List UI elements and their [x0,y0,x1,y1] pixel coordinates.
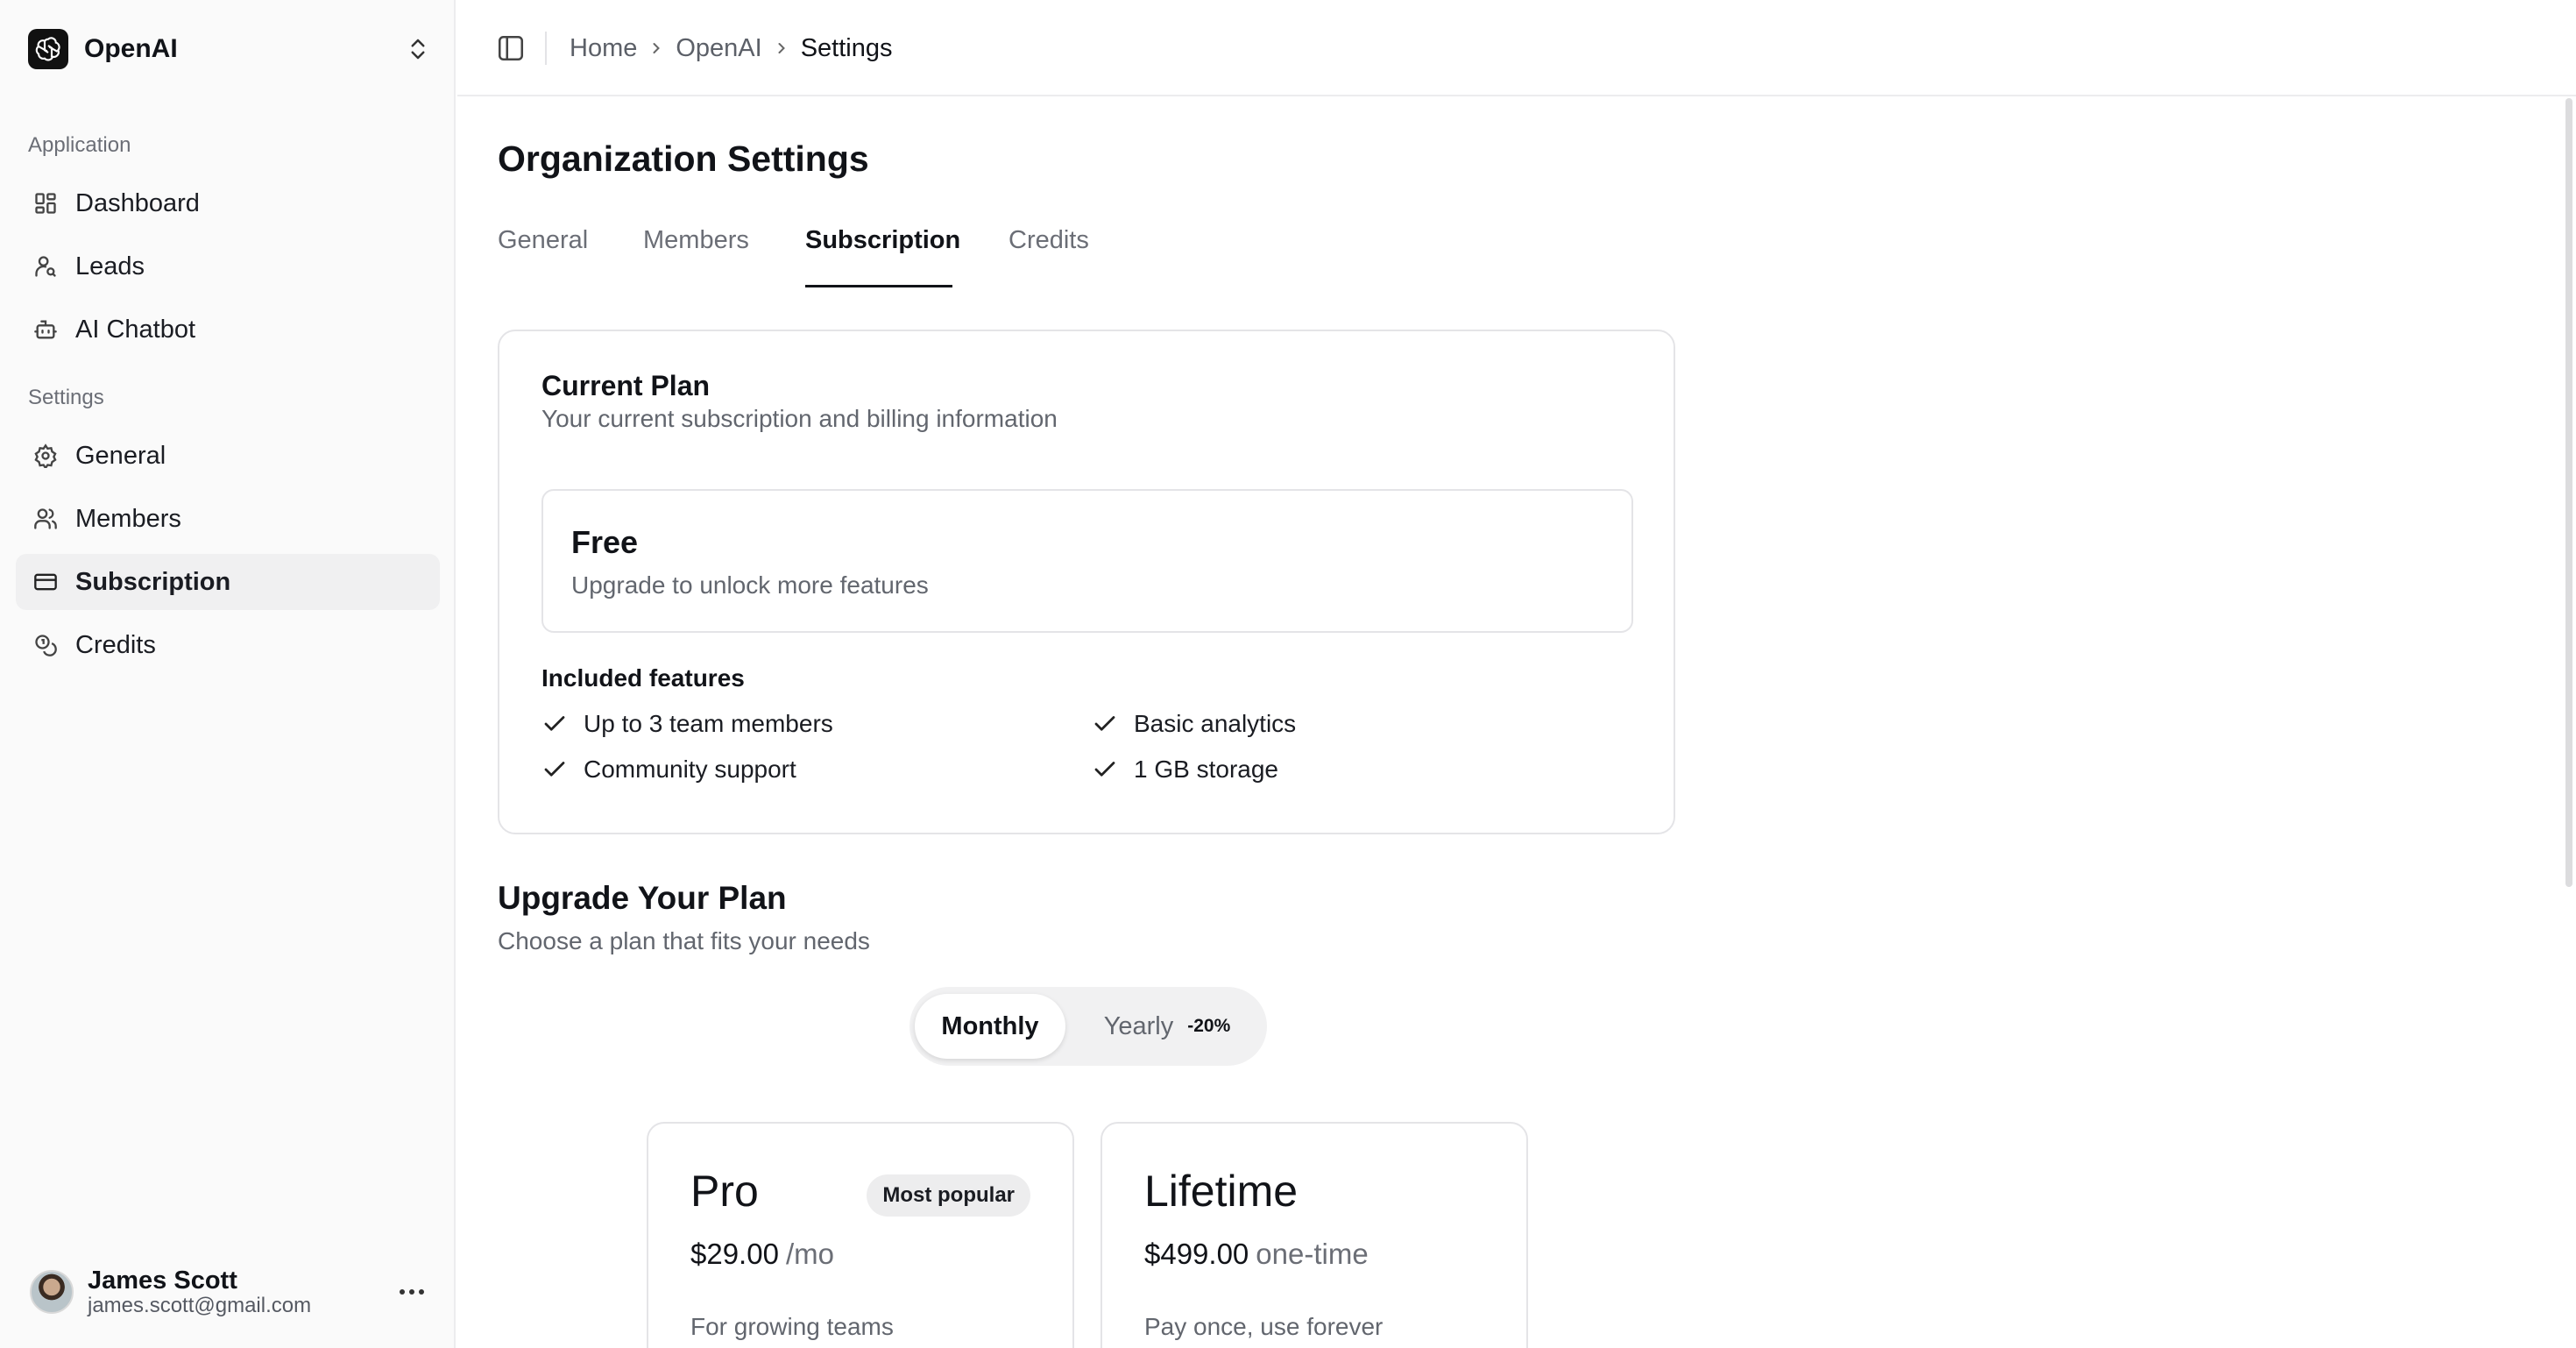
plan-card-lifetime[interactable]: Lifetime $499.00 one-time Pay once, use f… [1100,1122,1528,1348]
user-name: James Scott [88,1266,237,1295]
card-title: Current Plan [541,370,711,401]
group-label-application: Application [28,133,131,157]
billing-yearly-option[interactable]: Yearly -20% [1079,994,1255,1059]
check-icon [544,716,565,731]
tab-credits[interactable]: Credits [1008,226,1089,255]
sidebar-toggle-icon[interactable] [496,33,526,63]
plan-card-price: $29.00/mo [690,1238,834,1271]
price-period: /mo [785,1238,834,1270]
feature-label: 1 GB storage [1134,756,1278,783]
user-email: james.scott@gmail.com [88,1294,312,1317]
price-amount: $29.00 [690,1238,779,1270]
billing-monthly-label: Monthly [941,1011,1039,1040]
plan-summary: Free Upgrade to unlock more features [541,489,1633,633]
sidebar-item-label: Credits [75,630,156,659]
sidebar-item-subscription[interactable]: Subscription [16,554,440,610]
plan-card-description: For growing teams [690,1313,894,1340]
price-amount: $499.00 [1144,1238,1249,1270]
sidebar-item-label: General [75,441,166,470]
more-options-icon[interactable] [394,1276,429,1308]
dashboard-icon [32,189,60,217]
sidebar: OpenAI Application Dashboard Leads AI Ch… [0,0,456,1348]
sidebar-item-ai-chatbot[interactable]: AI Chatbot [16,302,440,358]
openai-logo-icon [28,29,68,69]
plan-card-name: Lifetime [1144,1167,1299,1216]
sidebar-item-label: Subscription [75,567,231,596]
coins-icon [32,631,60,659]
check-icon [544,762,565,777]
plan-description: Upgrade to unlock more features [571,571,929,599]
feature-label: Up to 3 team members [584,710,833,737]
page-title: Organization Settings [498,138,869,179]
tab-general[interactable]: General [498,226,588,255]
chevrons-up-down-icon [411,39,425,60]
feature-item: Up to 3 team members [541,710,833,738]
sidebar-item-members[interactable]: Members [16,491,440,547]
check-icon [1094,716,1115,731]
user-search-icon [32,252,60,280]
feature-label: Community support [584,756,796,783]
feature-item: Basic analytics [1092,710,1296,738]
current-plan-card: Current Plan Your current subscription a… [498,330,1675,834]
sidebar-item-leads[interactable]: Leads [16,238,440,294]
most-popular-badge: Most popular [867,1174,1030,1217]
sidebar-item-label: Leads [75,252,145,280]
price-period: one-time [1256,1238,1369,1270]
feature-item: 1 GB storage [1092,756,1278,784]
chevron-right-icon [637,32,676,65]
tab-subscription[interactable]: Subscription [805,226,960,255]
chevron-right-icon [762,32,801,65]
divider [545,32,547,65]
check-icon [1094,762,1115,777]
upgrade-subtitle: Choose a plan that fits your needs [498,927,870,954]
users-icon [32,505,60,533]
user-menu[interactable]: James Scott james.scott@gmail.com [30,1266,429,1318]
avatar [30,1270,74,1314]
sidebar-item-label: AI Chatbot [75,315,196,344]
sidebar-item-general[interactable]: General [16,428,440,484]
tab-members[interactable]: Members [643,226,749,255]
scrollbar[interactable] [2564,98,2576,1348]
plan-card-price: $499.00 one-time [1144,1238,1369,1271]
breadcrumb-home[interactable]: Home [570,34,637,63]
plan-card-pro[interactable]: Pro Most popular $29.00/mo For growing t… [647,1122,1074,1348]
org-name: OpenAI [84,34,178,63]
billing-monthly-option[interactable]: Monthly [915,994,1065,1059]
upgrade-title: Upgrade Your Plan [498,880,787,916]
plan-card-name: Pro [690,1167,759,1216]
feature-item: Community support [541,756,796,784]
breadcrumb-current: Settings [800,33,893,62]
discount-badge: -20% [1187,1016,1231,1036]
card-subtitle: Your current subscription and billing in… [541,405,1058,432]
bot-icon [32,316,60,344]
feature-label: Basic analytics [1134,710,1297,737]
plan-card-description: Pay once, use forever [1144,1313,1384,1340]
billing-yearly-label: Yearly [1103,1011,1174,1040]
sidebar-item-label: Dashboard [75,188,200,217]
plan-name: Free [571,524,639,560]
user-info: James Scott james.scott@gmail.com [88,1266,311,1317]
sidebar-item-label: Members [75,504,181,533]
sidebar-item-dashboard[interactable]: Dashboard [16,175,440,231]
topbar: Home OpenAI Settings [457,0,2576,96]
features-label: Included features [541,664,745,692]
active-tab-indicator [805,285,952,287]
breadcrumb-org[interactable]: OpenAI [676,34,761,63]
gear-icon [32,442,60,470]
credit-card-icon [32,568,60,596]
breadcrumb: Home OpenAI Settings [570,32,893,65]
scrollbar-thumb[interactable] [2565,98,2572,887]
billing-period-toggle: Monthly Yearly -20% [909,987,1267,1066]
sidebar-item-credits[interactable]: Credits [16,617,440,673]
group-label-settings: Settings [28,386,104,409]
org-switcher[interactable]: OpenAI [28,28,431,70]
